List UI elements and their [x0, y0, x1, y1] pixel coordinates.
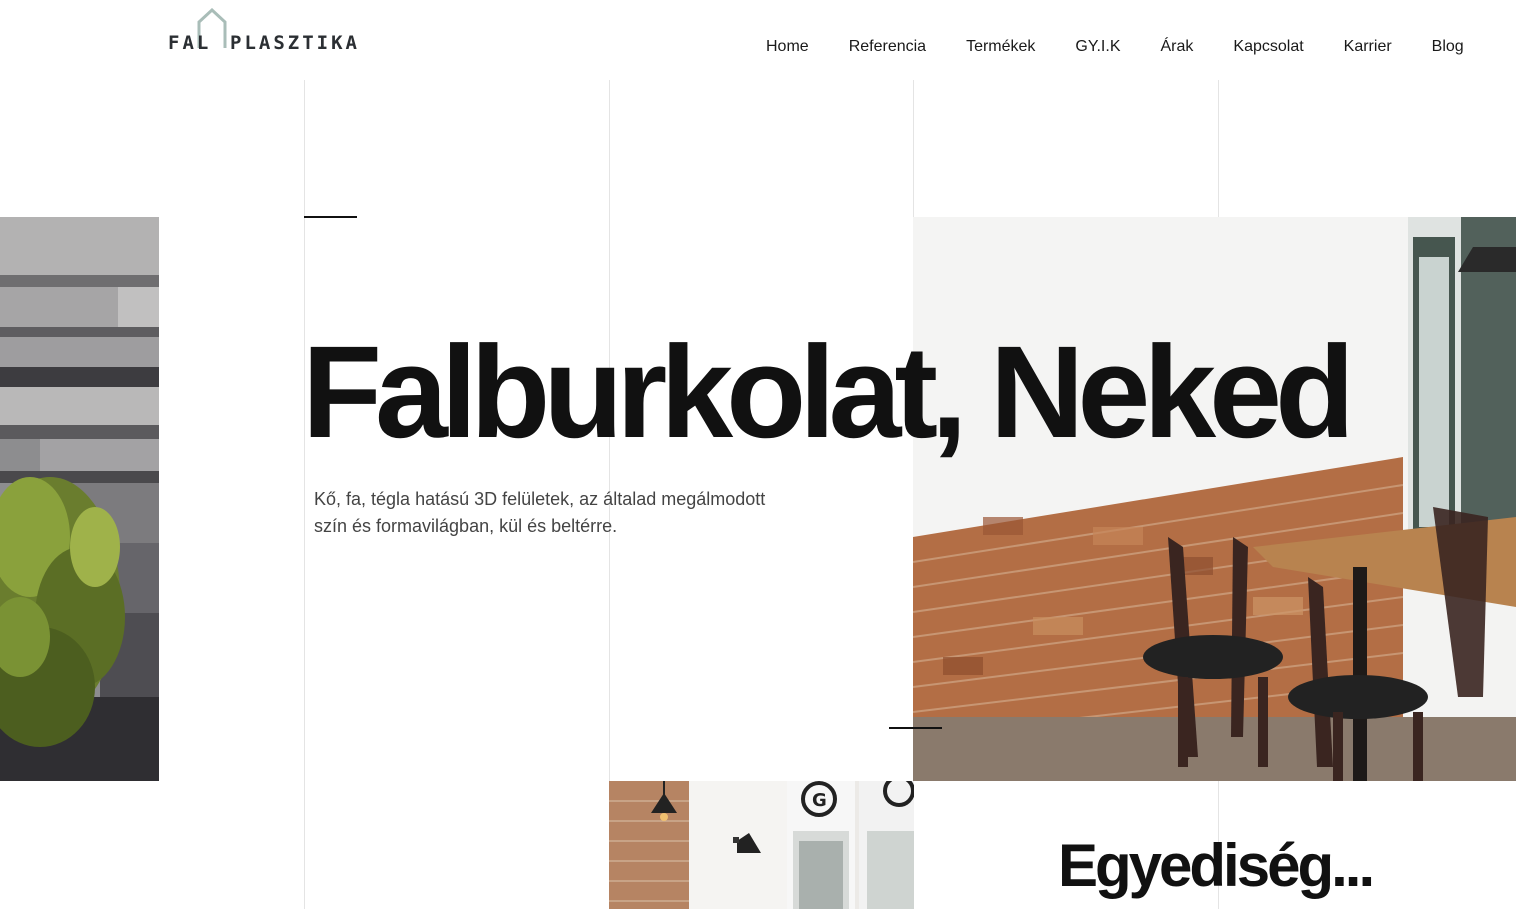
logo-text-left: FAL [168, 32, 212, 54]
nav-blog[interactable]: Blog [1432, 38, 1464, 56]
accent-line-bottom [889, 727, 942, 729]
nav-termekek[interactable]: Termékek [966, 38, 1035, 56]
accent-line-top [304, 216, 357, 218]
stone-wall-image [0, 217, 159, 781]
nav-arak[interactable]: Árak [1160, 38, 1193, 56]
nav-referencia[interactable]: Referencia [849, 38, 926, 56]
section-title: Egyediség... [1058, 832, 1375, 899]
cafe-interior-image: G [609, 781, 914, 909]
brick-interior-image [913, 217, 1516, 781]
svg-text:G: G [812, 790, 827, 811]
nav-kapcsolat[interactable]: Kapcsolat [1233, 38, 1303, 56]
main-nav: Home Referencia Termékek GY.I.K Árak Kap… [766, 38, 1464, 56]
nav-gyik[interactable]: GY.I.K [1075, 38, 1120, 56]
hero-subtitle: Kő, fa, tégla hatású 3D felületek, az ál… [314, 489, 766, 536]
hero-title: Falburkolat, Neked [302, 318, 1355, 465]
nav-karrier[interactable]: Karrier [1344, 38, 1392, 56]
site-header: FAL PLASZTIKA Home Referencia Termékek G… [0, 0, 1516, 80]
grid-guide-line [304, 80, 305, 909]
nav-home[interactable]: Home [766, 38, 809, 56]
brand-logo[interactable]: FAL PLASZTIKA [168, 6, 358, 56]
logo-text-right: PLASZTIKA [230, 32, 360, 54]
